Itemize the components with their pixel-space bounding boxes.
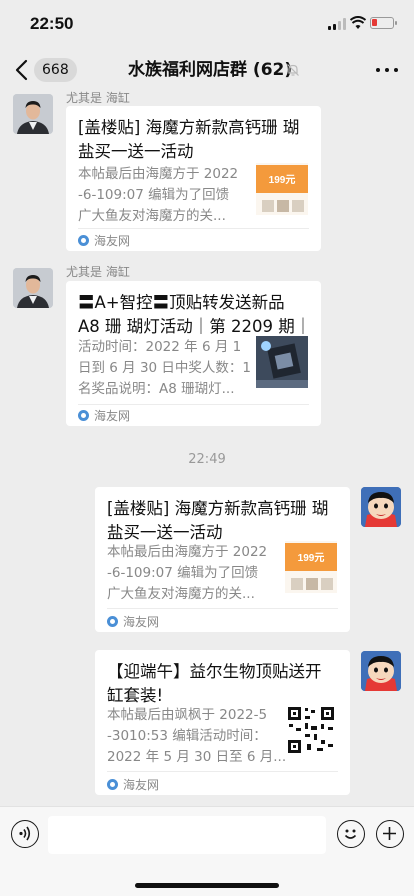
unread-count-badge[interactable]: 668 [34,58,77,82]
link-card-description: 本帖最后由飒枫于 2022-5 -3010:53 编辑活动时间： 2022 年 … [107,707,287,765]
haiyouwang-logo-icon [78,235,89,246]
status-bar: 22:50 [0,0,414,48]
wifi-icon [350,16,366,29]
link-card-divider [78,404,309,405]
battery-icon [370,17,394,29]
link-card-title: 【迎端午】益尔生物顶贴送开 缸套装! [107,662,322,705]
thumbnail-price-text: 199元 [269,174,296,186]
haiyouwang-logo-icon [107,779,118,790]
self-avatar[interactable] [361,651,401,691]
link-card-source: 海友网 [107,777,159,793]
sender-avatar[interactable] [13,268,53,308]
link-card-description: 本帖最后由海魔方于 2022 -6-109:07 编辑为了回馈 广大鱼友对海魔方… [107,544,268,602]
link-card-description: 本帖最后由海魔方于 2022 -6-109:07 编辑为了回馈 广大鱼友对海魔方… [78,166,239,224]
time-divider: 22:49 [188,452,226,467]
self-avatar[interactable] [361,487,401,527]
message-input[interactable] [48,816,326,854]
link-card-title: [盖楼贴] 海魔方新款高钙珊 瑚 盐买一送一活动 [78,118,300,161]
link-card-thumbnail: 199元 [256,163,308,215]
sender-name: 尤其是 海缸 [66,91,130,105]
link-card-thumbnail [256,336,308,388]
chevron-left-icon[interactable] [12,58,32,82]
voice-icon[interactable] [11,820,39,848]
status-time: 22:50 [30,14,74,33]
link-card[interactable]: 【迎端午】益尔生物顶贴送开 缸套装! 本帖最后由飒枫于 2022-5 -3010… [95,650,350,795]
link-card-divider [107,608,338,609]
chat-title: 水族福利网店群 (62) [128,60,293,80]
link-card-source: 海友网 [107,614,159,630]
link-card-source: 海友网 [78,233,130,249]
chat-navbar: 668 水族福利网店群 (62) [0,48,414,92]
link-card-description: 活动时间：2022 年 6 月 1 日到 6 月 30 日中奖人数：1 名奖品说… [78,339,252,397]
link-card-thumbnail [285,704,337,756]
home-indicator[interactable] [135,883,279,888]
emoji-icon[interactable] [337,820,365,848]
thumbnail-price-text: 199元 [298,552,325,564]
bell-slash-icon [287,64,299,76]
sender-avatar[interactable] [13,94,53,134]
cellular-signal-icon [328,18,346,30]
link-card-source: 海友网 [78,408,130,424]
link-card[interactable]: 〓A+智控〓顶贴转发送新品 A8 珊 瑚灯活动｜第 2209 期｜ 活动时间：2… [66,281,321,426]
link-card-thumbnail: 199元 [285,541,337,593]
link-card[interactable]: [盖楼贴] 海魔方新款高钙珊 瑚 盐买一送一活动 本帖最后由海魔方于 2022 … [66,106,321,251]
link-card-divider [107,771,338,772]
haiyouwang-logo-icon [107,616,118,627]
battery-cap [395,21,397,25]
sender-name: 尤其是 海缸 [66,265,130,279]
link-card-title: [盖楼贴] 海魔方新款高钙珊 瑚 盐买一送一活动 [107,499,329,542]
haiyouwang-logo-icon [78,410,89,421]
more-dots-icon[interactable] [376,66,398,74]
link-card-title: 〓A+智控〓顶贴转发送新品 A8 珊 瑚灯活动｜第 2209 期｜ [78,293,312,336]
plus-icon[interactable] [376,820,404,848]
link-card-divider [78,228,309,229]
link-card[interactable]: [盖楼贴] 海魔方新款高钙珊 瑚 盐买一送一活动 本帖最后由海魔方于 2022 … [95,487,350,632]
